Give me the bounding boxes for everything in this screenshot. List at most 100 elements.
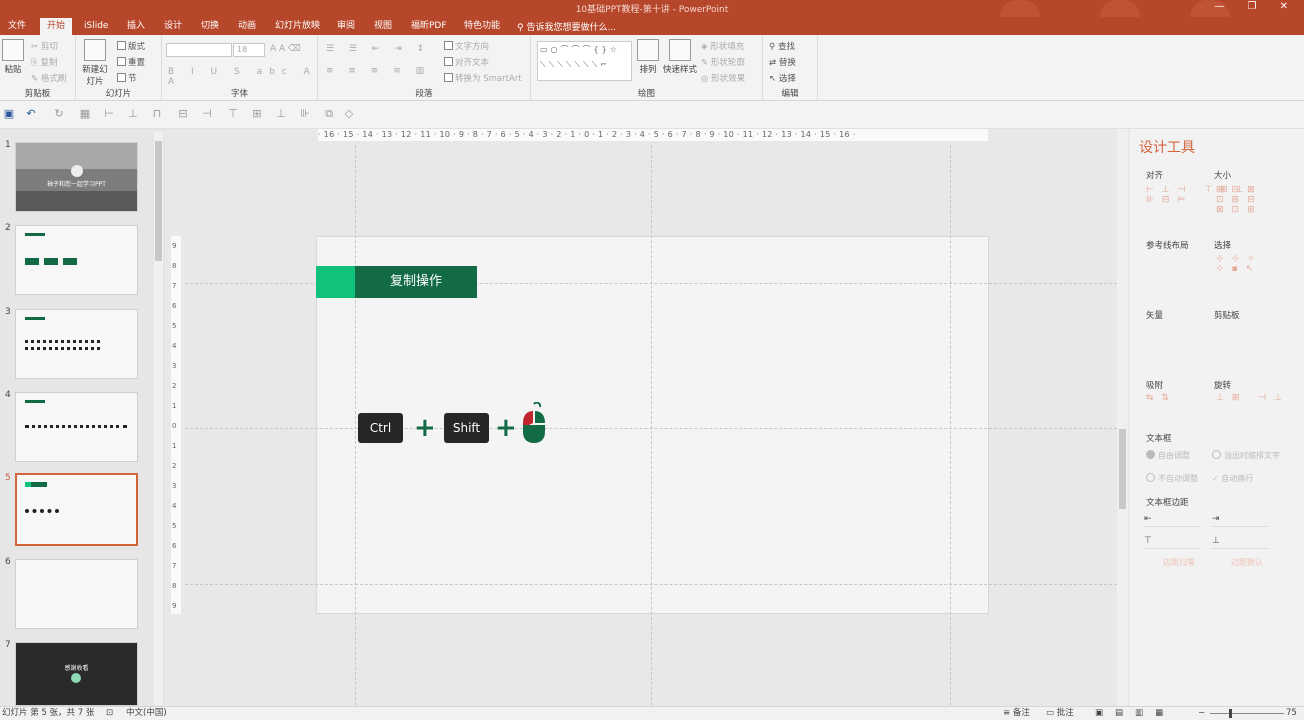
guide-vertical[interactable] <box>950 145 951 705</box>
layout-button[interactable]: 版式 <box>117 40 145 52</box>
scrollbar-thumb[interactable] <box>155 141 162 261</box>
slides-group-label: 幻灯片 <box>105 89 132 99</box>
margin-left-spinner[interactable]: ⇤ <box>1144 514 1200 527</box>
view-buttons[interactable]: ▣▤▥▦ <box>1095 707 1175 720</box>
margin-top-spinner[interactable]: ⊤ <box>1144 536 1200 549</box>
align-right-icon[interactable]: ⊣ <box>200 107 214 121</box>
align-center-icon[interactable]: ⊥ <box>126 107 140 121</box>
snap-tools-icons[interactable]: ⇆⇅ <box>1146 393 1177 403</box>
slide-thumbnail-6[interactable] <box>15 559 138 629</box>
ctrl-key[interactable]: Ctrl <box>358 413 403 443</box>
shape-outline-button[interactable]: ✎ 形状轮廓 <box>701 56 745 68</box>
margin-right-spinner[interactable]: ⇥ <box>1212 514 1268 527</box>
align-bottom-icon[interactable]: ⊥ <box>274 107 288 121</box>
tab-view[interactable]: 视图 <box>367 18 399 35</box>
arrange-button[interactable]: 排列 <box>636 39 660 75</box>
font-name-combo[interactable] <box>166 43 232 57</box>
zoom-slider[interactable] <box>1210 713 1284 714</box>
font-grow-icon[interactable]: A A ⌫ <box>270 44 301 54</box>
convert-smartart-button[interactable]: 转换为 SmartArt <box>444 72 522 84</box>
replace-button[interactable]: ⇄ 替换 <box>769 56 796 68</box>
align-top-icon[interactable]: ⊤ <box>226 107 240 121</box>
group-icon[interactable]: ⧉ <box>322 107 336 121</box>
tab-foxit-pdf[interactable]: 福昕PDF <box>404 18 454 35</box>
autofit-checkbox[interactable]: ✓ 自动换行 <box>1212 473 1253 484</box>
margins-default-button[interactable]: 边距默认 <box>1231 557 1263 568</box>
textbox-option[interactable]: 自由调整 <box>1146 450 1190 461</box>
shape-effects-button[interactable]: ◎ 形状效果 <box>701 72 745 84</box>
tab-slideshow[interactable]: 幻灯片放映 <box>268 18 327 35</box>
format-painter-button[interactable]: ✎ 格式刷 <box>31 72 66 84</box>
size-tools-icons[interactable]: ⊞⊟⊠ ⊡⊞⊟ ⊠⊡⊞ <box>1216 185 1304 215</box>
textbox-option[interactable]: 不自动调整 <box>1146 473 1198 484</box>
slide-thumbnail-5[interactable] <box>15 473 138 546</box>
select-button[interactable]: ↖ 选择 <box>769 72 796 84</box>
tab-islide[interactable]: iSlide <box>77 18 115 35</box>
tab-review[interactable]: 审阅 <box>330 18 362 35</box>
scrollbar-thumb[interactable] <box>1119 429 1126 509</box>
thumbnails-scrollbar[interactable] <box>154 131 163 705</box>
paste-button[interactable]: 粘贴 <box>2 39 24 75</box>
slide-thumbnail-1[interactable]: 袖子和您一起学习PPT <box>15 142 138 212</box>
redo-icon[interactable]: ↻ <box>52 107 66 121</box>
tab-file[interactable]: 文件 <box>1 18 33 35</box>
slide-thumbnail-4[interactable] <box>15 392 138 462</box>
shape-fill-button[interactable]: ◈ 形状填充 <box>701 40 744 52</box>
zoom-slider-handle[interactable] <box>1229 709 1232 718</box>
undo-icon[interactable]: ↶ <box>24 107 38 121</box>
notes-button[interactable]: ≡ 备注 <box>1003 707 1030 720</box>
plus-sign[interactable]: + <box>414 414 436 442</box>
window-controls[interactable]: — ❐ ✕ <box>1214 1 1298 12</box>
language-indicator[interactable]: 中文(中国) <box>126 707 167 720</box>
save-icon[interactable]: ▣ <box>2 107 16 121</box>
tab-home[interactable]: 开始 <box>40 18 73 35</box>
margin-bottom-spinner[interactable]: ⊥ <box>1212 536 1268 549</box>
section-button[interactable]: 节 <box>117 72 137 84</box>
mouse-icon[interactable] <box>520 402 548 444</box>
slide-thumbnail-7[interactable]: 感谢收看 <box>15 642 138 706</box>
find-button[interactable]: ⚲ 查找 <box>769 40 795 52</box>
rotate-tools-icons[interactable]: ⊥⊞ ⊣⊥ <box>1216 393 1290 403</box>
zoom-level[interactable]: 75 <box>1286 707 1297 720</box>
textbox-option[interactable]: 溢出时缩排文字 <box>1212 450 1280 461</box>
tell-me-search[interactable]: ⚲ 告诉我您想要做什么... <box>517 20 616 33</box>
slide-thumbnail-2[interactable] <box>15 225 138 295</box>
slide-title[interactable]: 复制操作 <box>355 266 477 298</box>
zoom-out-button[interactable]: − <box>1198 707 1205 720</box>
align-text-button[interactable]: 对齐文本 <box>444 56 489 68</box>
list-icons[interactable]: ☰ ☰ ⇤ ⇥ ↕ <box>326 44 430 54</box>
new-slide-button[interactable]: 新建幻灯片 <box>80 39 110 87</box>
shift-key[interactable]: Shift <box>444 413 489 443</box>
reset-button[interactable]: 重置 <box>117 56 145 68</box>
align-left-icon[interactable]: ⊢ <box>102 107 116 121</box>
quick-styles-button[interactable]: 快速样式 <box>662 39 698 75</box>
slide-thumbnail-3[interactable] <box>15 309 138 379</box>
tab-transitions[interactable]: 切换 <box>194 18 226 35</box>
header-accent-block[interactable] <box>316 266 355 298</box>
shapes-gallery[interactable]: ▭○⌒⌒⌒{}☆ ⟍⟍⟍⟍⟍⟍⟍⌐ <box>537 41 632 81</box>
slideshow-icon[interactable]: ▦ <box>78 107 92 121</box>
text-direction-button[interactable]: 文字方向 <box>444 40 489 52</box>
spellcheck-icon[interactable]: ⊡ <box>106 707 113 720</box>
select-tools-icons[interactable]: ⊹⊹✧ ⊹▪↖ <box>1216 254 1304 274</box>
copy-button[interactable]: ⎘ 复制 <box>31 56 58 68</box>
comments-button[interactable]: ▭ 批注 <box>1046 707 1074 720</box>
guide-vertical[interactable] <box>355 145 356 705</box>
cut-button[interactable]: ✂ 剪切 <box>31 40 58 52</box>
lock-icon[interactable]: ⊓ <box>150 107 164 121</box>
guide-vertical[interactable] <box>651 145 652 705</box>
tab-design[interactable]: 设计 <box>157 18 189 35</box>
tab-special[interactable]: 特色功能 <box>457 18 507 35</box>
plus-sign[interactable]: + <box>495 414 517 442</box>
align-icons[interactable]: ≡ ≡ ≡ ≡ ▥ <box>326 66 430 76</box>
canvas-scrollbar[interactable] <box>1117 129 1128 706</box>
tab-animations[interactable]: 动画 <box>231 18 263 35</box>
distribute-icon[interactable]: ⊟ <box>176 107 190 121</box>
font-format-icons[interactable]: B I U S abc A A <box>168 67 317 87</box>
shapes-icon[interactable]: ◇ <box>342 107 356 121</box>
margins-zero-button[interactable]: 边距归零 <box>1163 557 1195 568</box>
align-middle-icon[interactable]: ⊞ <box>250 107 264 121</box>
distribute-h-icon[interactable]: ⊪ <box>298 107 312 121</box>
tab-insert[interactable]: 插入 <box>120 18 152 35</box>
font-size-combo[interactable]: 18 <box>233 43 265 57</box>
